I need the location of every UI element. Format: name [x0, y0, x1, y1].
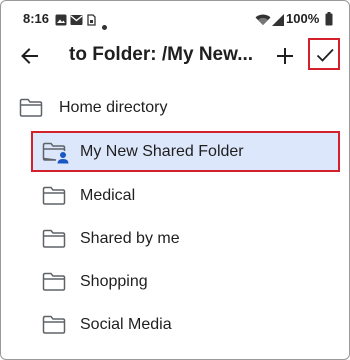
folder-icon: [19, 98, 43, 123]
status-time: 8:16: [23, 11, 50, 26]
folder-label: Shared by me: [80, 230, 180, 247]
battery-icon: [325, 12, 333, 31]
folder-item-home-directory[interactable]: Home directory: [1, 89, 349, 129]
signal-icon: [272, 13, 284, 31]
check-icon: [316, 48, 334, 62]
folder-item-shopping[interactable]: Shopping: [1, 263, 349, 303]
sim-icon: [87, 13, 96, 31]
wifi-icon: [255, 13, 271, 31]
folder-item-my-new-shared-folder[interactable]: My New Shared Folder: [31, 131, 340, 172]
folder-label: Home directory: [59, 99, 168, 116]
folder-label: My New Shared Folder: [80, 143, 244, 160]
add-folder-button[interactable]: [273, 43, 297, 69]
back-button[interactable]: [17, 43, 43, 69]
battery-percent: 100%: [286, 11, 320, 26]
folder-icon: [42, 272, 66, 297]
shared-folder-icon: [42, 142, 70, 169]
dot-icon: [102, 17, 107, 35]
arrow-left-icon: [21, 48, 38, 64]
screen-frame: 8:16 100% to Folder: /My New... Home dir…: [0, 0, 350, 360]
app-bar: to Folder: /My New...: [1, 37, 349, 77]
confirm-button[interactable]: [308, 38, 340, 70]
folder-item-shared-by-me[interactable]: Shared by me: [1, 220, 349, 260]
status-bar: 8:16 100%: [1, 1, 349, 37]
folder-icon: [42, 315, 66, 340]
page-title: to Folder: /My New...: [69, 44, 254, 65]
folder-icon: [42, 186, 66, 211]
folder-item-medical[interactable]: Medical: [1, 177, 349, 217]
folder-label: Medical: [80, 187, 136, 204]
folder-label: Shopping: [80, 273, 148, 290]
folder-label: Social Media: [80, 316, 172, 333]
folder-item-social-media[interactable]: Social Media: [1, 306, 349, 346]
folder-icon: [42, 229, 66, 254]
mail-icon: [70, 13, 83, 31]
plus-icon: [277, 48, 293, 64]
gallery-icon: [55, 13, 67, 31]
